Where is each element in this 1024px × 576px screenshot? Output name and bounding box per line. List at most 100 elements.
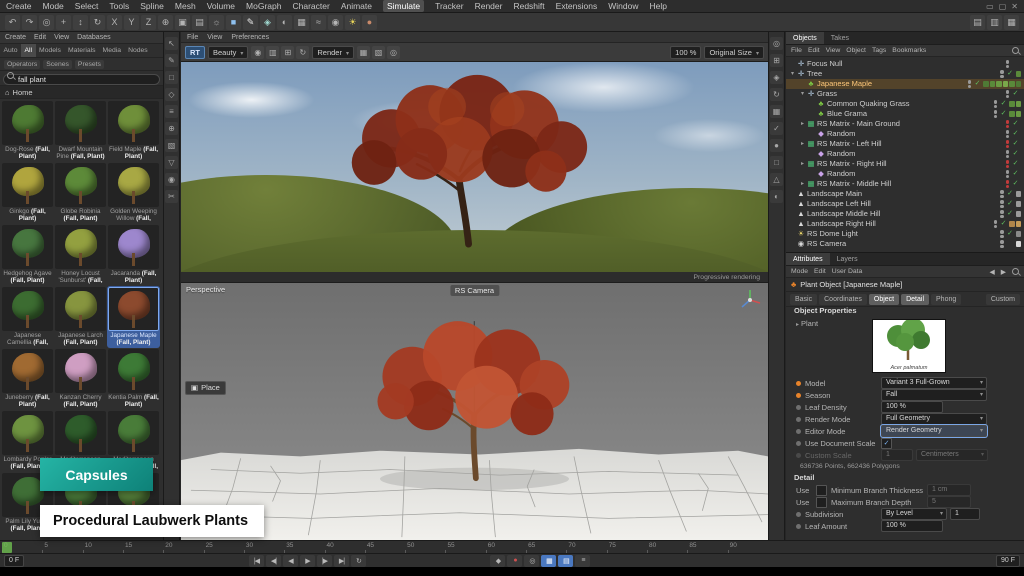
dock-icon[interactable]: ▦ bbox=[1004, 15, 1019, 30]
object-manager-menu-item[interactable]: Edit bbox=[808, 47, 820, 54]
param-dot[interactable] bbox=[796, 393, 801, 398]
visibility-dots[interactable] bbox=[999, 200, 1006, 208]
render-visibility-dot[interactable] bbox=[1006, 95, 1010, 99]
camera-icon[interactable]: ◉ bbox=[328, 15, 343, 30]
editor-visibility-dot[interactable] bbox=[994, 110, 998, 114]
redo-icon[interactable]: ↷ bbox=[22, 15, 37, 30]
enable-check-icon[interactable]: ✓ bbox=[1011, 129, 1020, 139]
object-name[interactable]: Common Quaking Grass bbox=[827, 99, 992, 109]
render-visibility-dot[interactable] bbox=[1006, 125, 1010, 129]
rt-button[interactable]: RT bbox=[185, 46, 205, 59]
plant-item[interactable]: Field Maple (Fall, Plant) bbox=[107, 100, 160, 162]
render-settings-icon[interactable]: ☼ bbox=[209, 15, 224, 30]
axis-y-icon[interactable]: Y bbox=[124, 15, 139, 30]
plant-item[interactable]: Juneberry (Fall, Plant) bbox=[1, 348, 54, 410]
range-end-field[interactable]: 90 F bbox=[996, 555, 1020, 567]
editor-mode-dropdown[interactable]: Render Geometry bbox=[881, 425, 987, 437]
texture-tag-icon[interactable] bbox=[1009, 111, 1015, 117]
object-tags[interactable] bbox=[1009, 221, 1021, 227]
render-visibility-dot[interactable] bbox=[994, 115, 998, 119]
texture-tag-icon[interactable] bbox=[990, 81, 996, 87]
attribute-manager-tab[interactable]: Layers bbox=[830, 253, 865, 265]
object-name[interactable]: RS Matrix - Left Hill bbox=[817, 139, 1004, 149]
enable-check-icon[interactable]: ✓ bbox=[999, 109, 1008, 119]
expand-arrow-icon[interactable]: ▸ bbox=[799, 139, 806, 149]
compare-icon[interactable]: ▥ bbox=[266, 46, 279, 59]
object-type-icon[interactable]: ▦ bbox=[806, 139, 816, 149]
render-visibility-dot[interactable] bbox=[994, 105, 998, 109]
visibility-dots[interactable] bbox=[1004, 130, 1011, 138]
plant-item[interactable]: Ginkgo (Fall, Plant) bbox=[1, 162, 54, 224]
editor-visibility-dot[interactable] bbox=[1006, 160, 1010, 164]
texture-tag-icon[interactable] bbox=[1016, 241, 1022, 247]
enable-check-icon[interactable]: ✓ bbox=[973, 79, 982, 89]
asset-browser-subtab[interactable]: Scenes bbox=[43, 60, 72, 69]
texture-tag-icon[interactable] bbox=[1009, 81, 1015, 87]
viewport-camera-label[interactable]: RS Camera bbox=[450, 285, 499, 296]
renderview-menu-item[interactable]: File bbox=[187, 34, 198, 41]
plant-item[interactable]: Honey Locust 'Sunburst' (Fall, Plant) bbox=[54, 224, 107, 286]
enable-check-icon[interactable]: ✓ bbox=[999, 99, 1008, 109]
asset-browser-tab[interactable]: All bbox=[21, 44, 36, 57]
enable-check-icon[interactable]: ✓ bbox=[1011, 89, 1020, 99]
object-row[interactable]: ▸ ▦ RS Matrix - Left Hill ✓ bbox=[786, 139, 1024, 149]
section-object-properties[interactable]: Object Properties bbox=[786, 305, 1024, 317]
size-dropdown[interactable]: Original Size bbox=[704, 46, 764, 59]
object-type-icon[interactable]: ☀ bbox=[796, 229, 806, 239]
keyframe-options-icon[interactable]: ▦ bbox=[541, 555, 556, 567]
object-row[interactable]: ◆ Random ✓ bbox=[786, 149, 1024, 159]
object-row[interactable]: ▸ ▦ RS Matrix - Main Ground ✓ bbox=[786, 119, 1024, 129]
next-key-icon[interactable]: ▶| bbox=[334, 555, 349, 567]
asset-browser-menu-item[interactable]: Create bbox=[5, 34, 26, 41]
object-type-icon[interactable]: ♣ bbox=[806, 79, 816, 89]
attribute-search-icon[interactable] bbox=[1012, 268, 1019, 275]
cone-icon[interactable]: ▽ bbox=[165, 156, 178, 169]
editor-visibility-dot[interactable] bbox=[1000, 240, 1004, 244]
viewport-label[interactable]: Perspective bbox=[186, 285, 225, 294]
object-tags[interactable] bbox=[1016, 211, 1022, 217]
sketch-icon[interactable]: ✎ bbox=[165, 54, 178, 67]
editor-visibility-dot[interactable] bbox=[1006, 150, 1010, 154]
half-edge-icon[interactable]: ▧ bbox=[165, 139, 178, 152]
maximize-icon[interactable]: ▢ bbox=[999, 2, 1007, 11]
plant-item[interactable]: Japanese Camellia (Fall, Plant) bbox=[1, 286, 54, 348]
visibility-dots[interactable] bbox=[999, 230, 1006, 238]
goto-start-icon[interactable]: |◀ bbox=[249, 555, 264, 567]
editor-visibility-dot[interactable] bbox=[968, 80, 972, 84]
plant-preview[interactable]: Acer palmatum bbox=[872, 319, 946, 373]
object-name[interactable]: Japanese Maple bbox=[817, 79, 966, 89]
texture-tag-icon[interactable] bbox=[1016, 71, 1022, 77]
pen-spline-icon[interactable]: ✎ bbox=[243, 15, 258, 30]
light-icon[interactable]: ☀ bbox=[345, 15, 360, 30]
menubar-item[interactable]: Mode bbox=[43, 0, 64, 12]
place-tool-hud[interactable]: ▣Place bbox=[185, 381, 226, 395]
param-dot[interactable] bbox=[796, 429, 801, 434]
object-tags[interactable] bbox=[1016, 191, 1022, 197]
render-mode-dropdown[interactable]: Full Geometry bbox=[881, 413, 987, 425]
visibility-dots[interactable] bbox=[992, 110, 999, 118]
editor-visibility-dot[interactable] bbox=[1006, 60, 1010, 64]
object-row[interactable]: ▾ ✛ Tree ✓ bbox=[786, 69, 1024, 79]
render-visibility-dot[interactable] bbox=[968, 85, 972, 89]
param-dot[interactable] bbox=[796, 417, 801, 422]
texture-tag-icon[interactable] bbox=[1016, 101, 1022, 107]
play-icon[interactable]: ▶ bbox=[300, 555, 315, 567]
axis-gizmo[interactable] bbox=[737, 287, 763, 313]
expand-arrow-icon[interactable]: ▸ bbox=[799, 179, 806, 189]
object-row[interactable]: ✛ Focus Null bbox=[786, 59, 1024, 69]
visibility-dots[interactable] bbox=[992, 220, 999, 228]
render-visibility-dot[interactable] bbox=[1006, 65, 1010, 69]
quantize-icon[interactable]: ◈ bbox=[770, 71, 783, 84]
param-dot[interactable] bbox=[796, 524, 801, 529]
plant-item[interactable]: Kanzan Cherry (Fall, Plant) bbox=[54, 348, 107, 410]
enable-check-icon[interactable]: ✓ bbox=[1011, 169, 1020, 179]
object-tags[interactable] bbox=[1016, 241, 1022, 247]
season-dropdown[interactable]: Fall bbox=[881, 389, 987, 401]
param-dot[interactable] bbox=[796, 405, 801, 410]
object-name[interactable]: Landscape Main bbox=[807, 189, 999, 199]
asset-browser-tab[interactable]: Auto bbox=[0, 44, 21, 57]
object-tags[interactable] bbox=[1009, 111, 1021, 117]
visibility-dots[interactable] bbox=[1004, 90, 1011, 98]
asset-browser-subtab[interactable]: Presets bbox=[75, 60, 104, 69]
renderview-menu-item[interactable]: View bbox=[207, 34, 222, 41]
